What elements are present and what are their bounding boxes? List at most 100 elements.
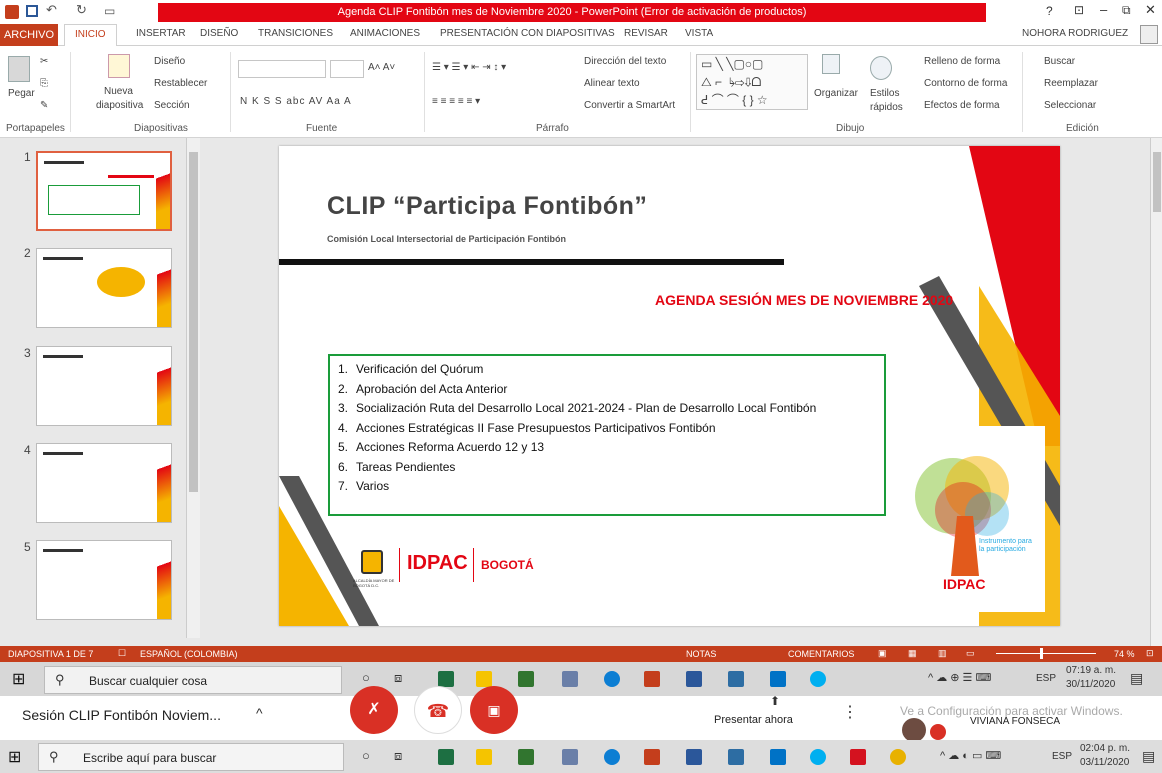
- new-slide-button[interactable]: diapositiva: [96, 100, 143, 111]
- arrange-button[interactable]: Organizar: [814, 88, 858, 99]
- expand-icon[interactable]: ^: [256, 705, 263, 721]
- camera-off-button[interactable]: ▣: [470, 686, 518, 734]
- save-icon[interactable]: [26, 5, 38, 17]
- tab-vista[interactable]: VISTA: [685, 28, 713, 39]
- close-button[interactable]: ✕: [1145, 2, 1156, 18]
- slideshow-view-icon[interactable]: ▭: [966, 648, 975, 659]
- present-now-icon[interactable]: ⬆: [770, 694, 780, 708]
- hang-up-button[interactable]: ☎: [414, 686, 462, 734]
- powerpoint-icon[interactable]: [644, 749, 660, 765]
- thumbnails-scrollbar[interactable]: [186, 138, 200, 638]
- zoom-slider-thumb[interactable]: [1040, 648, 1043, 659]
- app-icon[interactable]: [562, 749, 578, 765]
- cut-icon[interactable]: ✂: [40, 56, 48, 67]
- chrome-icon[interactable]: [890, 749, 906, 765]
- spelling-icon[interactable]: ☐: [118, 648, 126, 659]
- excel-icon[interactable]: [438, 671, 454, 687]
- tab-presentacion[interactable]: PRESENTACIÓN CON DIAPOSITIVAS: [440, 28, 615, 39]
- shape-effects-button[interactable]: Efectos de forma: [924, 100, 1000, 111]
- bullets-icon[interactable]: ☰ ▾ ☰ ▾ ⇤ ⇥ ↕ ▾: [432, 62, 506, 73]
- grow-font-icon[interactable]: A˄ A˅: [368, 62, 395, 73]
- comments-button[interactable]: COMENTARIOS: [788, 649, 854, 659]
- replace-button[interactable]: Reemplazar: [1044, 78, 1098, 89]
- font-size-input[interactable]: [330, 60, 364, 78]
- new-slide-icon[interactable]: [108, 54, 130, 78]
- tab-inicio[interactable]: INICIO: [64, 24, 117, 47]
- participant-avatar[interactable]: [902, 718, 926, 742]
- editor-scrollbar[interactable]: [1150, 138, 1162, 646]
- minimize-button[interactable]: –: [1100, 2, 1107, 17]
- layout-button[interactable]: Diseño: [154, 56, 185, 67]
- slide-thumbnail[interactable]: [36, 151, 172, 231]
- paste-icon[interactable]: [8, 56, 30, 82]
- tab-transiciones[interactable]: TRANSICIONES: [258, 28, 333, 39]
- store-icon[interactable]: [728, 749, 744, 765]
- text-direction-button[interactable]: Dirección del texto: [584, 56, 666, 67]
- redo-icon[interactable]: ↻: [76, 2, 87, 18]
- file-explorer-icon[interactable]: [476, 671, 492, 687]
- tab-animaciones[interactable]: ANIMACIONES: [350, 28, 420, 39]
- find-button[interactable]: Buscar: [1044, 56, 1075, 67]
- tray-time[interactable]: 07:19 a. m.: [1066, 665, 1116, 676]
- language-status[interactable]: ESPAÑOL (COLOMBIA): [140, 649, 238, 659]
- outlook-icon[interactable]: [770, 749, 786, 765]
- reset-button[interactable]: Restablecer: [154, 78, 207, 89]
- new-slide-label[interactable]: Nueva: [104, 86, 133, 97]
- avatar[interactable]: [1140, 25, 1158, 44]
- undo-icon[interactable]: ↶: [46, 2, 57, 18]
- tray-language[interactable]: ESP: [1052, 751, 1072, 762]
- quick-styles-label[interactable]: Estilos: [870, 88, 899, 99]
- zoom-level[interactable]: 74 %: [1114, 649, 1135, 659]
- shape-outline-button[interactable]: Contorno de forma: [924, 78, 1007, 89]
- notes-button[interactable]: NOTAS: [686, 649, 716, 659]
- reading-view-icon[interactable]: ▥: [938, 648, 947, 659]
- excel-icon[interactable]: [438, 749, 454, 765]
- acrobat-icon[interactable]: [850, 749, 866, 765]
- edge-icon[interactable]: [604, 749, 620, 765]
- remote-search-box[interactable]: ⚲ Buscar cualquier cosa: [44, 666, 342, 694]
- tray-date[interactable]: 30/11/2020: [1066, 679, 1115, 690]
- present-now-button[interactable]: Presentar ahora: [714, 714, 793, 726]
- paste-button[interactable]: Pegar: [8, 88, 35, 99]
- shapes-gallery[interactable]: ▭ ╲ ╲▢○▢ △ ⌐ ↳⇨⇩ᗝ ᕍ ⌒ ⌒ { } ☆: [696, 54, 808, 110]
- agenda-box[interactable]: 1. Verificación del Quórum 2. Aprobación d…: [328, 354, 886, 516]
- tray-icons[interactable]: ^ ☁ ⊕ ☰ ⌨: [928, 671, 991, 684]
- store-icon[interactable]: [728, 671, 744, 687]
- more-options-icon[interactable]: ⋮: [842, 702, 858, 722]
- zoom-slider[interactable]: [996, 653, 1096, 654]
- task-view-icon[interactable]: ⧈: [394, 748, 402, 764]
- notifications-icon[interactable]: ▤: [1130, 670, 1143, 687]
- shape-fill-button[interactable]: Relleno de forma: [924, 56, 1000, 67]
- word-icon[interactable]: [686, 749, 702, 765]
- project-icon[interactable]: [518, 749, 534, 765]
- slide[interactable]: CLIP “Participa Fontibón” Comisión Local…: [279, 146, 1060, 626]
- slideshow-icon[interactable]: ▭: [104, 4, 115, 18]
- tab-archivo[interactable]: ARCHIVO: [0, 24, 58, 46]
- sorter-view-icon[interactable]: ▦: [908, 648, 917, 659]
- windows-start-icon[interactable]: ⊞: [8, 747, 21, 767]
- ribbon-options-icon[interactable]: ⊡: [1074, 3, 1084, 17]
- section-button[interactable]: Sección: [154, 100, 190, 111]
- edge-icon[interactable]: [604, 671, 620, 687]
- slide-thumbnail[interactable]: [36, 540, 172, 620]
- tray-time[interactable]: 02:04 p. m.: [1080, 743, 1130, 754]
- tab-insertar[interactable]: INSERTAR: [136, 28, 186, 39]
- file-explorer-icon[interactable]: [476, 749, 492, 765]
- align-text-button[interactable]: Alinear texto: [584, 78, 640, 89]
- notifications-icon[interactable]: ▤: [1142, 748, 1155, 765]
- skype-icon[interactable]: [810, 749, 826, 765]
- user-name[interactable]: NOHORA RODRIGUEZ: [1022, 28, 1128, 39]
- outlook-icon[interactable]: [770, 671, 786, 687]
- slide-thumbnail[interactable]: [36, 443, 172, 523]
- skype-icon[interactable]: [810, 671, 826, 687]
- windows-start-icon[interactable]: ⊞: [12, 669, 25, 689]
- cortana-icon[interactable]: ○: [362, 748, 370, 763]
- format-painter-icon[interactable]: ✎: [40, 100, 48, 111]
- align-icons[interactable]: ≡ ≡ ≡ ≡ ≡ ▾: [432, 96, 480, 107]
- local-search-box[interactable]: ⚲ Escribe aquí para buscar: [38, 743, 344, 771]
- task-view-icon[interactable]: ⧈: [394, 670, 402, 686]
- slide-thumbnail[interactable]: [36, 346, 172, 426]
- quick-styles-button[interactable]: rápidos: [870, 102, 903, 113]
- slide-thumbnail[interactable]: [36, 248, 172, 328]
- powerpoint-icon[interactable]: [644, 671, 660, 687]
